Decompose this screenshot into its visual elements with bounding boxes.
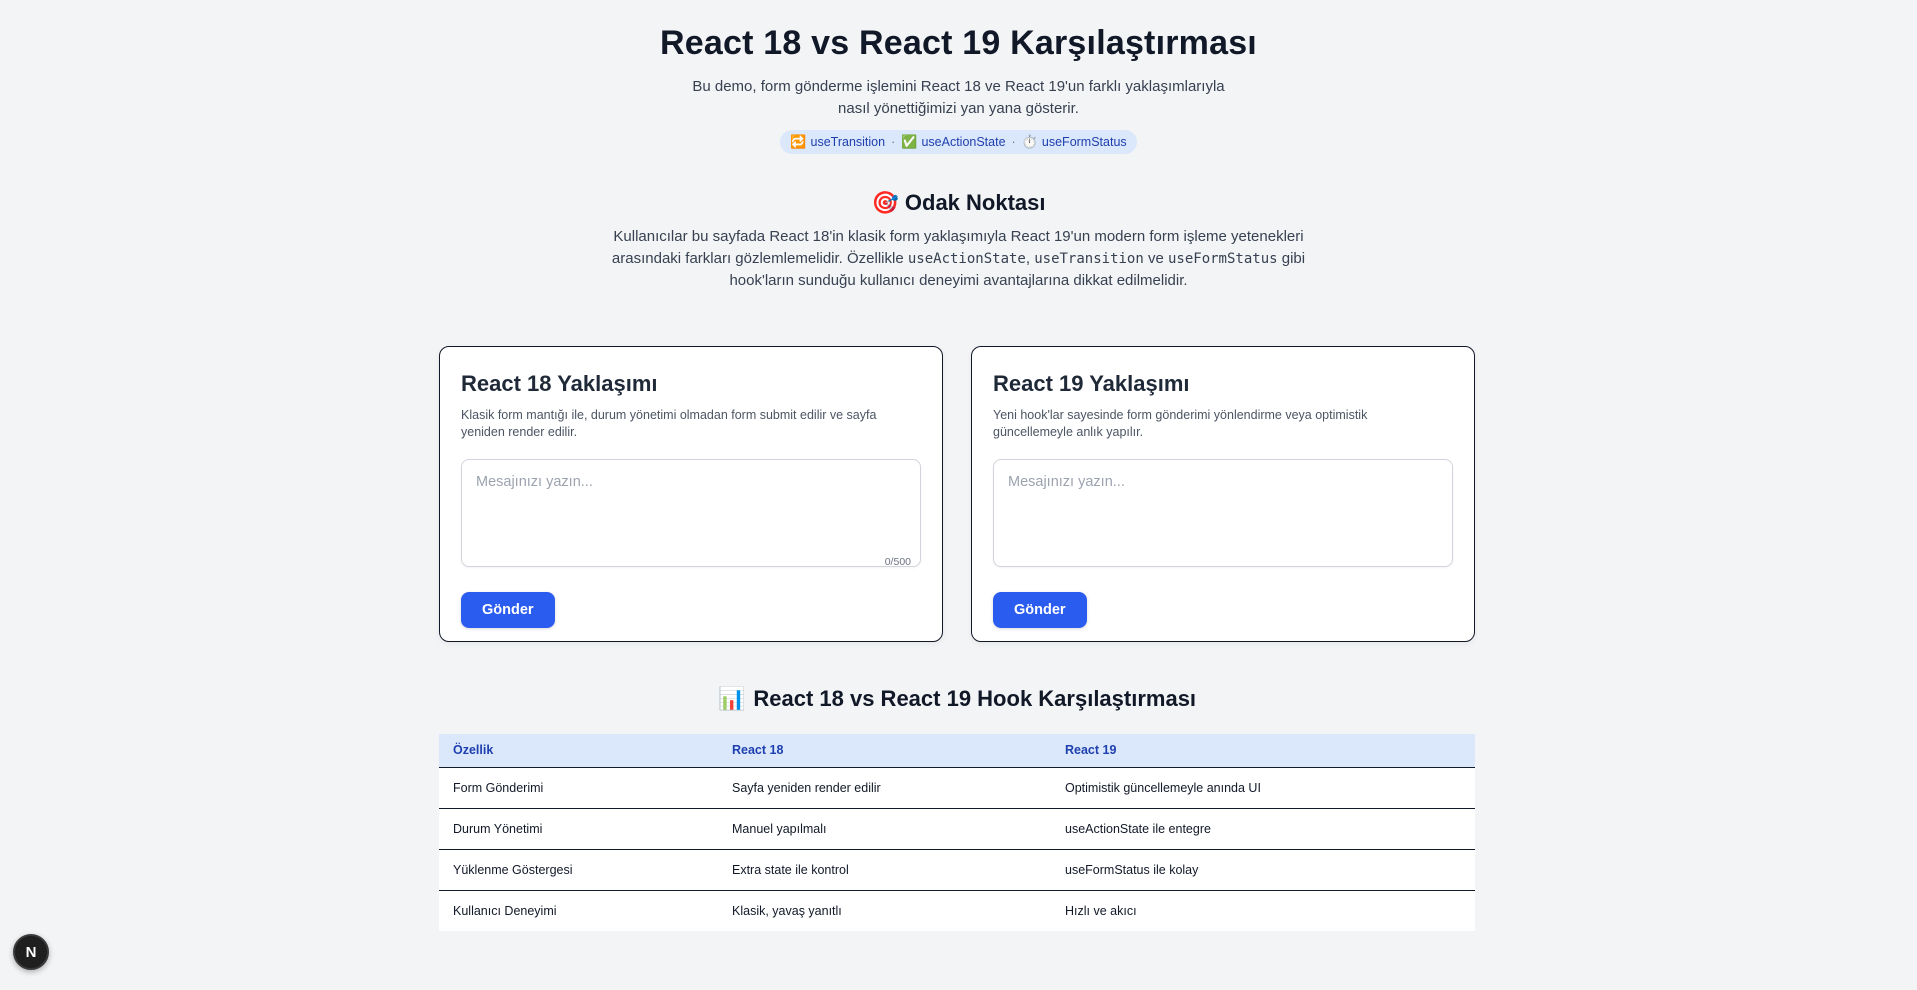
table-cell: Form Gönderimi [439,767,718,809]
page: React 18 vs React 19 Karşılaştırması Bu … [0,0,1917,990]
table-cell: Klasik, yavaş yanıtlı [718,890,1051,931]
table-header-row: Özellik React 18 React 19 [439,734,1475,768]
react18-message-wrapper: 0/500 [461,459,921,572]
focus-sep2: ve [1143,250,1168,267]
react19-submit-button[interactable]: Gönder [993,592,1087,628]
code-use-form-status: useFormStatus [1167,251,1278,267]
hook-pills: 🔁 useTransition · ✅ useActionState · ⏱️ … [780,130,1137,154]
react19-card: React 19 Yaklaşımı Yeni hook'lar sayesin… [971,346,1475,642]
nextjs-dev-badge[interactable]: N [13,934,49,970]
comparison-section: 📊 React 18 vs React 19 Hook Karşılaştırm… [439,686,1475,931]
react18-card: React 18 Yaklaşımı Klasik form mantığı i… [439,346,943,642]
page-subtitle: Bu demo, form gönderme işlemini React 18… [692,78,1225,117]
table-row: Durum Yönetimi Manuel yapılmalı useActio… [439,808,1475,850]
pill-separator: · [1011,135,1016,149]
react18-card-description: Klasik form mantığı ile, durum yönetimi … [461,408,877,439]
react18-card-title: React 18 Yaklaşımı [461,371,658,396]
repeat-icon: 🔁 [790,134,807,149]
table-cell: Yüklenme Göstergesi [439,849,718,891]
focus-title: 🎯 Odak Noktası [871,190,1045,216]
bar-chart-icon: 📊 [717,686,746,711]
header-react18: React 18 [718,734,1051,768]
pill-use-transition: useTransition [810,135,886,149]
header-feature: Özellik [439,734,718,768]
code-use-action-state: useActionState [907,251,1026,267]
comparison-title: 📊 React 18 vs React 19 Hook Karşılaştırm… [439,686,1475,712]
react18-message-input[interactable] [461,459,921,567]
header-react19: React 19 [1051,734,1475,768]
table-cell: Manuel yapılmalı [718,808,1051,850]
table-cell: useActionState ile entegre [1051,808,1475,850]
approach-cards: React 18 Yaklaşımı Klasik form mantığı i… [439,346,1475,642]
table-cell: Hızlı ve akıcı [1051,890,1475,931]
react19-message-wrapper [993,459,1453,572]
header: React 18 vs React 19 Karşılaştırması Bu … [0,0,1917,154]
focus-section: 🎯 Odak Noktası Kullanıcılar bu sayfada R… [0,190,1917,292]
target-icon: 🎯 [871,190,899,215]
table-row: Yüklenme Göstergesi Extra state ile kont… [439,849,1475,891]
code-use-transition: useTransition [1034,251,1144,267]
table-cell: Optimistik güncellemeyle anında UI [1051,767,1475,809]
focus-sep1: , [1025,250,1035,267]
table-cell: Extra state ile kontrol [718,849,1051,891]
comparison-title-text: React 18 vs React 19 Hook Karşılaştırmas… [753,686,1197,711]
table-row: Form Gönderimi Sayfa yeniden render edil… [439,767,1475,809]
table-cell: Sayfa yeniden render edilir [718,767,1051,809]
pill-separator: · [891,135,896,149]
react19-card-description: Yeni hook'lar sayesinde form gönderimi y… [993,408,1368,439]
table-cell: Kullanıcı Deneyimi [439,890,718,931]
react18-submit-button[interactable]: Gönder [461,592,555,628]
react18-char-counter: 0/500 [884,556,911,568]
react19-message-input[interactable] [993,459,1453,567]
page-title: React 18 vs React 19 Karşılaştırması [660,24,1257,62]
stopwatch-icon: ⏱️ [1021,134,1038,149]
pill-use-action-state: useActionState [921,135,1006,149]
comparison-table: Özellik React 18 React 19 Form Gönderimi… [439,734,1475,931]
focus-title-text: Odak Noktası [904,190,1046,215]
pill-use-form-status: useFormStatus [1041,135,1127,149]
focus-text: Kullanıcılar bu sayfada React 18'in klas… [609,226,1309,292]
table-cell: useFormStatus ile kolay [1051,849,1475,891]
table-row: Kullanıcı Deneyimi Klasik, yavaş yanıtlı… [439,890,1475,931]
check-icon: ✅ [901,134,918,149]
table-cell: Durum Yönetimi [439,808,718,850]
react19-card-title: React 19 Yaklaşımı [993,371,1190,396]
